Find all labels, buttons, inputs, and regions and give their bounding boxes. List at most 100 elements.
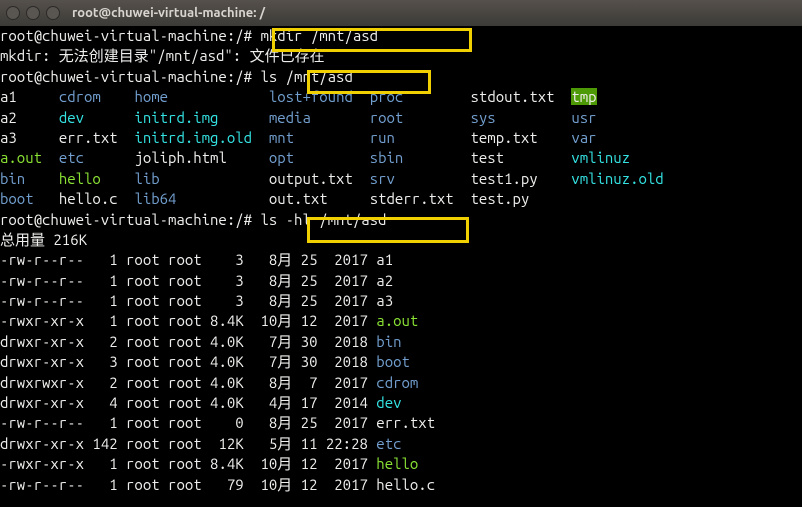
ls-long-row: drwxr-xr-x 3 root root 4.0K 7月 30 2018 b… [0, 352, 802, 372]
ls-entry: cdrom [59, 88, 101, 105]
ls-entry: joliph.html [134, 149, 226, 166]
links: 2 [84, 374, 118, 391]
links: 1 [84, 414, 118, 431]
mkdir-error: mkdir: 无法创建目录"/mnt/asd": 文件已存在 [0, 47, 325, 64]
ls-entry: usr [571, 109, 596, 126]
perm: -rw-r--r-- [0, 272, 84, 289]
file-name: hello [376, 455, 418, 472]
window-minimize-icon[interactable] [26, 6, 40, 20]
size: 8.4K [202, 455, 244, 472]
prompt-path: / [235, 27, 243, 44]
perm: -rwxr-xr-x [0, 455, 84, 472]
perm: drwxr-xr-x [0, 333, 84, 350]
window-title: root@chuwei-virtual-machine: / [72, 3, 265, 23]
file-name: boot [376, 353, 410, 370]
group: root [160, 292, 202, 309]
time: 2018 [317, 333, 367, 350]
perm: -rwxr-xr-x [0, 312, 84, 329]
links: 4 [84, 394, 118, 411]
links: 2 [84, 333, 118, 350]
owner: root [118, 374, 160, 391]
group: root [160, 414, 202, 431]
terminal-line: 总用量 216K [0, 230, 802, 250]
file-name: bin [376, 333, 401, 350]
terminal-output[interactable]: root@chuwei-virtual-machine:/# mkdir /mn… [0, 26, 802, 495]
links: 1 [84, 251, 118, 268]
links: 1 [84, 272, 118, 289]
ls-entry: lib [134, 170, 159, 187]
total-label: 总用量 [0, 231, 53, 248]
day: 25 [292, 414, 317, 431]
window-close-icon[interactable] [6, 6, 20, 20]
ls-long-row: drwxr-xr-x 2 root root 4.0K 7月 30 2018 b… [0, 332, 802, 352]
day: 17 [292, 394, 317, 411]
cmd-mkdir: mkdir /mnt/asd [260, 27, 378, 44]
ls-entry: media [269, 109, 311, 126]
time: 2017 [317, 414, 367, 431]
month: 10月 [244, 312, 293, 329]
file-name: cdrom [376, 374, 418, 391]
group: root [160, 374, 202, 391]
size: 4.0K [202, 353, 244, 370]
ls-entry: hello [59, 170, 101, 187]
terminal-line: a.out etc joliph.html opt sbin test vmli… [0, 148, 802, 168]
group: root [160, 272, 202, 289]
links: 3 [84, 353, 118, 370]
ls-entry: hello.c [59, 190, 118, 207]
time: 2014 [317, 394, 367, 411]
terminal-line: bin hello lib output.txt srv test1.py vm… [0, 169, 802, 189]
day: 12 [292, 455, 317, 472]
owner: root [118, 272, 160, 289]
month: 10月 [244, 455, 293, 472]
terminal-line: a3 err.txt initrd.img.old mnt run temp.t… [0, 128, 802, 148]
month: 5月 [244, 435, 293, 452]
links: 142 [84, 435, 118, 452]
prompt-host: root@chuwei-virtual-machine [0, 68, 227, 85]
size: 4.0K [202, 394, 244, 411]
owner: root [118, 353, 160, 370]
file-name: a2 [376, 272, 393, 289]
cmd-ls-hl: ls -hl /mnt/asd [260, 211, 386, 228]
terminal-line: a2 dev initrd.img media root sys usr [0, 108, 802, 128]
group: root [160, 251, 202, 268]
month: 8月 [244, 251, 293, 268]
day: 12 [292, 312, 317, 329]
ls-long-row: -rwxr-xr-x 1 root root 8.4K 10月 12 2017 … [0, 454, 802, 474]
ls-entry: root [370, 109, 404, 126]
ls-entry: tmp [571, 88, 596, 105]
perm: -rw-r--r-- [0, 414, 84, 431]
ls-entry: mnt [269, 129, 294, 146]
owner: root [118, 312, 160, 329]
size: 79 [202, 476, 244, 493]
ls-entry: stderr.txt [370, 190, 454, 207]
group: root [160, 353, 202, 370]
owner: root [118, 476, 160, 493]
ls-entry: vmlinuz.old [571, 170, 663, 187]
prompt-path: / [235, 211, 243, 228]
month: 10月 [244, 476, 293, 493]
day: 25 [292, 272, 317, 289]
ls-long-row: -rw-r--r-- 1 root root 3 8月 25 2017 a2 [0, 271, 802, 291]
ls-long-row: -rw-r--r-- 1 root root 79 10月 12 2017 he… [0, 475, 802, 495]
day: 30 [292, 333, 317, 350]
file-name: dev [376, 394, 401, 411]
size: 4.0K [202, 333, 244, 350]
prompt-host: root@chuwei-virtual-machine [0, 211, 227, 228]
ls-entry: a3 [0, 129, 17, 146]
links: 1 [84, 292, 118, 309]
ls-entry: test.py [471, 190, 530, 207]
month: 8月 [244, 374, 293, 391]
ls-entry: a1 [0, 88, 17, 105]
ls-entry: run [370, 129, 395, 146]
perm: drwxr-xr-x [0, 353, 84, 370]
ls-entry: stdout.txt [471, 88, 555, 105]
day: 30 [292, 353, 317, 370]
window-maximize-icon[interactable] [46, 6, 60, 20]
perm: -rw-r--r-- [0, 476, 84, 493]
time: 2017 [317, 374, 367, 391]
group: root [160, 476, 202, 493]
ls-entry: lost+found [269, 88, 353, 105]
file-name: err.txt [376, 414, 435, 431]
ls-long-row: drwxr-xr-x 4 root root 4.0K 4月 17 2014 d… [0, 393, 802, 413]
file-name: hello.c [376, 476, 435, 493]
